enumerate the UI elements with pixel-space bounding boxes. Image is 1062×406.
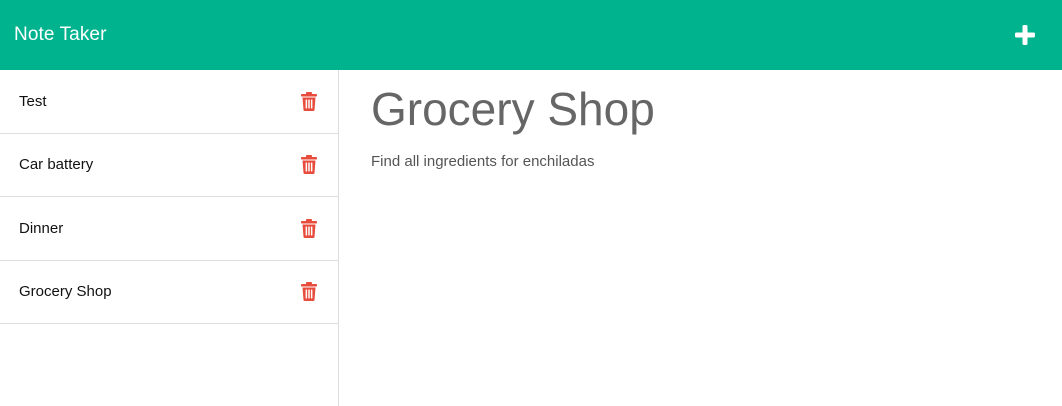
note-list-item-title: Dinner (19, 219, 64, 237)
note-list: Test Car battery Dinner Grocery Shop (0, 70, 338, 324)
plus-icon (1015, 25, 1035, 45)
note-list-item-title: Test (19, 92, 47, 110)
note-text-field[interactable]: Find all ingredients for enchiladas (371, 153, 1030, 170)
note-list-item-title: Car battery (19, 156, 94, 174)
note-list-item[interactable]: Car battery (0, 134, 338, 197)
trash-icon (301, 91, 317, 111)
delete-note-button[interactable] (299, 281, 319, 303)
note-list-item-title: Grocery Shop (19, 283, 112, 301)
app-root: Note Taker Test Car battery Dinner Groce… (0, 0, 1062, 406)
note-list-item[interactable]: Grocery Shop (0, 261, 338, 324)
app-title[interactable]: Note Taker (14, 24, 107, 46)
delete-note-button[interactable] (299, 217, 319, 239)
note-editor: Grocery Shop Find all ingredients for en… (339, 70, 1062, 406)
delete-note-button[interactable] (299, 90, 319, 112)
delete-note-button[interactable] (299, 154, 319, 176)
note-list-item[interactable]: Test (0, 70, 338, 134)
new-note-button[interactable] (1010, 20, 1040, 50)
trash-icon (301, 155, 317, 175)
notes-sidebar: Test Car battery Dinner Grocery Shop (0, 70, 339, 406)
note-list-item[interactable]: Dinner (0, 197, 338, 261)
content-area: Test Car battery Dinner Grocery Shop Gro… (0, 70, 1062, 406)
note-title-field[interactable]: Grocery Shop (371, 84, 1030, 135)
trash-icon (301, 282, 317, 302)
trash-icon (301, 218, 317, 238)
navbar: Note Taker (0, 0, 1062, 70)
